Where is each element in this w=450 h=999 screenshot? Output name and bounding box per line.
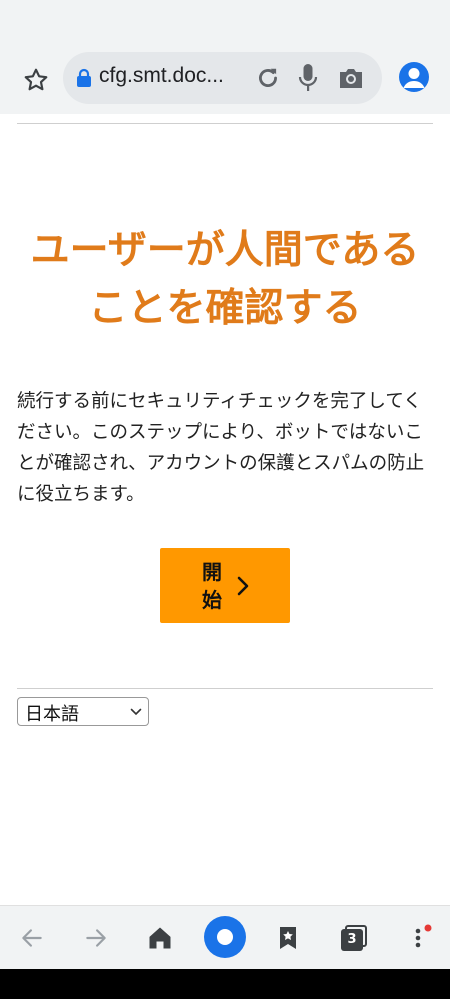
- browser-bottom-nav: 3: [0, 905, 450, 969]
- camera-icon[interactable]: [338, 66, 364, 90]
- star-icon: [24, 68, 48, 91]
- menu-button[interactable]: [398, 918, 438, 958]
- reload-icon[interactable]: [255, 65, 281, 91]
- status-bar: [0, 0, 450, 42]
- circle-icon: [204, 916, 246, 958]
- back-arrow-icon: [22, 929, 42, 947]
- verification-description: 続行する前にセキュリティチェックを完了してください。このステップにより、ボットで…: [17, 391, 425, 505]
- start-button-label: 開始: [202, 560, 222, 612]
- address-bar[interactable]: cfg.smt.doc...: [63, 52, 382, 104]
- page-title-line-2: ことを確認する: [88, 286, 362, 331]
- tabs-icon-front: 3: [341, 929, 363, 951]
- system-navigation-bar: [0, 969, 450, 999]
- profile-button[interactable]: [399, 62, 429, 92]
- tab-count: 3: [347, 932, 357, 947]
- start-button[interactable]: 開始: [160, 548, 290, 623]
- bookmarks-button[interactable]: [268, 918, 308, 958]
- forward-button[interactable]: [76, 918, 116, 958]
- home-button[interactable]: [140, 918, 180, 958]
- lock-icon: [77, 68, 91, 87]
- chevron-right-icon: [237, 576, 249, 596]
- tabs-icon: 3: [341, 925, 367, 951]
- browser-center-button[interactable]: [202, 914, 248, 960]
- bookmark-star-button[interactable]: [18, 62, 54, 98]
- home-icon: [149, 927, 171, 949]
- page-title-line-1: ユーザーが人間である: [30, 228, 420, 273]
- language-select[interactable]: 日本語: [17, 697, 149, 726]
- divider: [17, 688, 433, 689]
- page-title: ユーザーが人間である ことを確認する: [0, 222, 450, 338]
- chevron-down-icon: [130, 708, 142, 716]
- mic-icon[interactable]: [298, 63, 318, 93]
- back-button[interactable]: [12, 918, 52, 958]
- forward-arrow-icon: [86, 929, 106, 947]
- language-selected-value: 日本語: [25, 704, 79, 725]
- menu-icon: [415, 924, 432, 948]
- divider: [17, 123, 433, 124]
- url-text[interactable]: cfg.smt.doc...: [99, 64, 224, 88]
- browser-toolbar: cfg.smt.doc...: [0, 42, 450, 114]
- bookmarks-icon: [280, 927, 296, 949]
- profile-icon: [403, 68, 425, 88]
- tabs-button[interactable]: 3: [334, 918, 374, 958]
